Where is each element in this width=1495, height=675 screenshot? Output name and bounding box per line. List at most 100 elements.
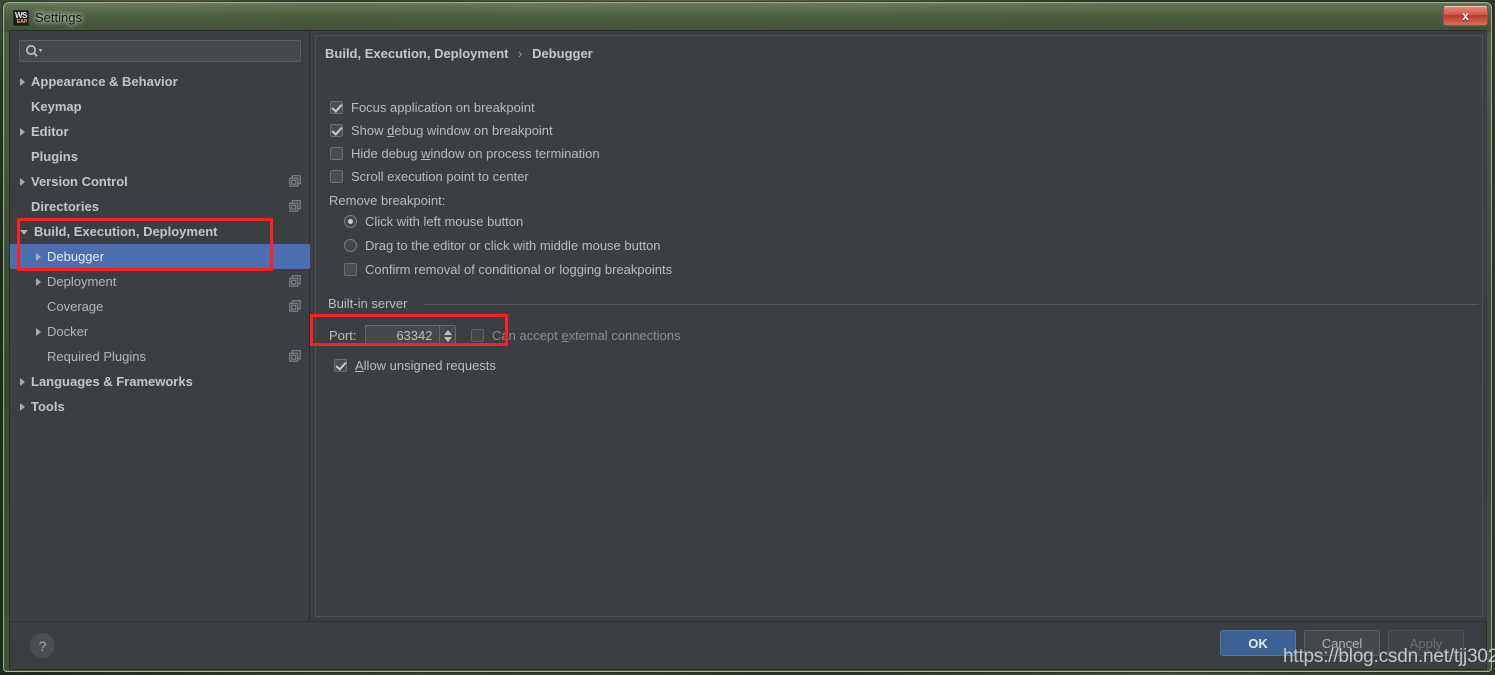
spinner-up-icon[interactable] [443,329,452,335]
breadcrumb-separator-icon: › [518,46,523,61]
chevron-right-icon[interactable] [36,277,41,286]
webstorm-icon: WS EAP [13,9,29,26]
checkbox-label: Focus application on breakpoint [351,100,535,115]
checkbox-box-icon [330,101,343,114]
copy-settings-icon[interactable] [289,200,301,212]
sidebar-item-label: Languages & Frameworks [31,374,193,389]
radio-drag-to-the-editor-or-click-with-middle-mouse-button[interactable]: Drag to the editor or click with middle … [344,238,661,253]
sidebar-item-editor[interactable]: Editor [10,119,310,144]
help-button[interactable]: ? [30,633,55,658]
copy-settings-icon[interactable] [289,300,301,312]
checkbox-box-icon [334,359,347,372]
checkbox-label: Show debug window on breakpoint [351,123,553,138]
port-row: Port: [329,325,457,346]
sidebar-item-label: Debugger [47,249,105,264]
allow-unsigned-requests-label: Allow unsigned requests [355,358,496,373]
sidebar-item-coverage[interactable]: Coverage [10,294,310,319]
chevron-right-icon[interactable] [20,402,25,411]
sidebar-item-label: Appearance & Behavior [31,74,178,89]
remove-breakpoint-label: Remove breakpoint: [329,193,446,208]
sidebar-item-label: Keymap [31,99,82,114]
ok-button-label: OK [1248,635,1268,651]
chevron-right-icon[interactable] [36,327,41,336]
scroll-execution-point-to-center-checkbox[interactable]: Scroll execution point to center [330,169,529,184]
sidebar-item-label: Version Control [31,174,128,189]
close-button[interactable]: x [1443,5,1488,26]
settings-dialog: Appearance & Behavior Keymap Editor Plugins… [9,30,1487,670]
chevron-right-icon[interactable] [20,127,25,136]
checkbox-box-icon [330,147,343,160]
radio-button-icon [344,239,357,252]
dialog-footer: ? OK Cancel Apply [10,621,1486,669]
external-connections-checkbox[interactable]: Can accept external connections [471,328,681,343]
sidebar-item-appearance-behavior[interactable]: Appearance & Behavior [10,69,310,94]
sidebar-item-required-plugins[interactable]: Required Plugins [10,344,310,369]
close-icon: x [1462,8,1469,23]
copy-settings-icon[interactable] [289,350,301,362]
port-input[interactable] [366,326,440,345]
sidebar-item-label: Editor [31,124,69,139]
sidebar-item-label: Build, Execution, Deployment [34,224,218,239]
radio-click-with-left-mouse-button[interactable]: Click with left mouse button [344,214,523,229]
settings-window: WS EAP Settings x Appearance & Behavior K… [3,2,1492,672]
copy-settings-icon[interactable] [289,275,301,287]
radio-label: Drag to the editor or click with middle … [365,238,661,253]
breadcrumb-leaf: Debugger [532,46,593,61]
sidebar-item-build-execution-deployment[interactable]: Build, Execution, Deployment [10,219,310,244]
radio-label: Click with left mouse button [365,214,524,229]
sidebar-item-label: Deployment [47,274,117,289]
watermark-text: https://blog.csdn.net/tjj3027 [1283,646,1495,667]
sidebar-item-plugins[interactable]: Plugins [10,144,310,169]
search-box[interactable] [19,40,301,62]
sidebar-item-label: Required Plugins [47,349,147,364]
allow-unsigned-requests-checkbox[interactable]: Allow unsigned requests [334,358,496,373]
port-stepper-buttons[interactable] [439,326,456,345]
copy-settings-icon[interactable] [289,175,301,187]
window-title: Settings [35,10,82,25]
confirm-removal-checkbox[interactable]: Confirm removal of conditional or loggin… [344,262,672,277]
sidebar-item-debugger[interactable]: Debugger [10,244,310,269]
sidebar-item-version-control[interactable]: Version Control [10,169,310,194]
chevron-right-icon[interactable] [20,377,25,386]
checkbox-box-icon [344,263,357,276]
chevron-right-icon[interactable] [20,177,25,186]
settings-tree: Appearance & Behavior Keymap Editor Plugins… [10,69,310,419]
sidebar-item-label: Directories [31,199,99,214]
built-in-server-title: Built-in server [328,296,415,311]
sidebar-item-docker[interactable]: Docker [10,319,310,344]
port-spinner[interactable] [365,325,457,346]
sidebar-item-label: Coverage [47,299,104,314]
breadcrumb-root[interactable]: Build, Execution, Deployment [325,46,508,61]
chevron-right-icon[interactable] [36,252,41,261]
sidebar-item-keymap[interactable]: Keymap [10,94,310,119]
sidebar-item-tools[interactable]: Tools [10,394,310,419]
sidebar-item-deployment[interactable]: Deployment [10,269,310,294]
spinner-down-icon[interactable] [443,336,452,342]
sidebar-item-label: Tools [31,399,65,414]
checkbox-box-icon [330,170,343,183]
breadcrumb: Build, Execution, Deployment › Debugger [325,46,593,61]
checkbox-box-icon [330,124,343,137]
help-icon: ? [38,637,47,654]
content-panel: Build, Execution, Deployment › Debugger … [311,31,1487,621]
built-in-server-group-separator: Built-in server [328,296,1478,311]
port-label: Port: [329,328,357,343]
checkbox-label: Scroll execution point to center [351,169,529,184]
title-bar: WS EAP Settings x [4,3,1491,32]
sidebar-item-label: Docker [47,324,89,339]
sidebar-item-directories[interactable]: Directories [10,194,310,219]
focus-application-on-breakpoint-checkbox[interactable]: Focus application on breakpoint [330,100,535,115]
external-connections-label: Can accept external connections [492,328,681,343]
confirm-removal-label: Confirm removal of conditional or loggin… [365,262,673,277]
sidebar-item-languages-frameworks[interactable]: Languages & Frameworks [10,369,310,394]
chevron-right-icon[interactable] [20,77,25,86]
radio-button-icon [344,215,357,228]
app-icon-badge: EAP [17,18,28,25]
hide-debug-window-on-process-termination-checkbox[interactable]: Hide debug window on process termination [330,146,600,161]
search-input[interactable] [19,40,301,62]
chevron-down-icon[interactable] [20,230,28,235]
show-debug-window-on-breakpoint-checkbox[interactable]: Show debug window on breakpoint [330,123,553,138]
group-separator-line [423,304,1478,305]
content-inner: Build, Execution, Deployment › Debugger … [315,35,1483,617]
checkbox-box-icon [471,329,484,342]
